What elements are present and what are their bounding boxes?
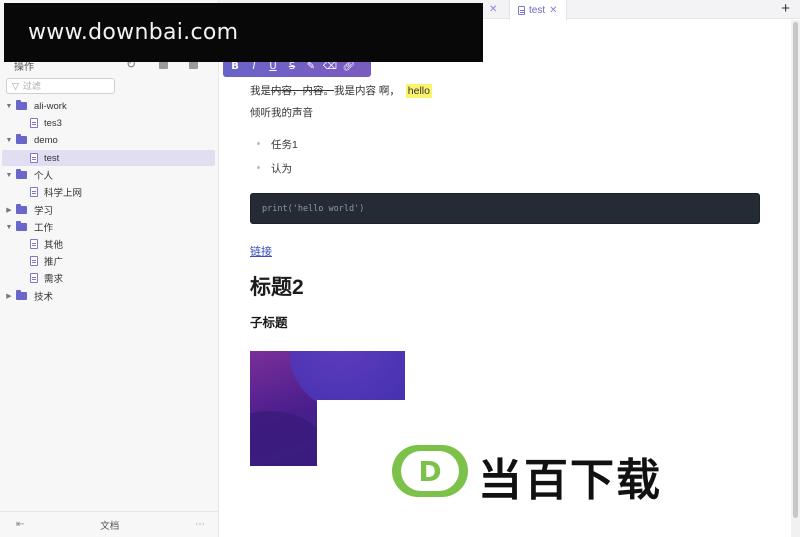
document-icon: [30, 239, 38, 249]
close-other-tab-icon[interactable]: ✕: [481, 0, 505, 19]
list-item[interactable]: 任务1: [271, 137, 298, 152]
paragraph-1[interactable]: 我是内容，内容。我是内容 啊， hello: [250, 83, 432, 98]
tree-folder-label: 学习: [34, 206, 54, 217]
bullet-icon: [257, 142, 260, 145]
caret-right-icon[interactable]: ▶: [2, 292, 16, 300]
tree-doc-label: tes3: [44, 117, 62, 129]
folder-icon: [16, 290, 27, 300]
folder-icon: [16, 134, 27, 144]
editor-scrollbar[interactable]: [791, 20, 800, 537]
tree-folder-personal[interactable]: ▼ 个人: [2, 167, 215, 183]
watermark-text: 当百下载: [478, 455, 662, 506]
tree-folder-label: 技术: [34, 292, 54, 303]
document-icon: [30, 153, 38, 163]
tree-folder-label: 个人: [34, 171, 54, 182]
filter-input[interactable]: [22, 81, 103, 91]
heading-2[interactable]: 标题2: [250, 271, 304, 301]
sidebar-footer: ⇤ 文档 ⋯: [0, 511, 219, 537]
tab-test[interactable]: test ✕: [509, 0, 567, 20]
caret-down-icon[interactable]: ▼: [2, 224, 16, 231]
close-icon[interactable]: ✕: [549, 5, 557, 16]
tree-doc-label: 其他: [44, 240, 64, 251]
code-block[interactable]: print('hello world'): [250, 193, 760, 224]
document-icon: [30, 118, 38, 128]
collapse-sidebar-icon[interactable]: ⇤: [16, 519, 24, 530]
tree-doc-test[interactable]: test: [2, 150, 215, 166]
caret-down-icon[interactable]: ▼: [2, 172, 16, 179]
watermark-logo-block: D 当百下载: [392, 442, 722, 506]
watermark-logo-letter: D: [418, 454, 442, 488]
document-link[interactable]: 链接: [250, 243, 272, 259]
highlighted-text: hello: [405, 84, 432, 98]
folder-icon: [16, 169, 27, 179]
tree-doc-label: 推广: [44, 257, 64, 268]
sidebar: 操作 ↻ ▽ ▼ ali-work tes3 ▼ demo test: [0, 0, 219, 537]
more-icon[interactable]: ⋯: [195, 519, 205, 530]
new-tab-button[interactable]: +: [781, 1, 790, 17]
document-icon: [30, 273, 38, 283]
tree-folder-demo[interactable]: ▼ demo: [2, 132, 215, 148]
caret-down-icon[interactable]: ▼: [2, 103, 16, 110]
code-text: print('hello world'): [262, 204, 365, 214]
list-item[interactable]: 认为: [271, 161, 292, 176]
document-icon: [30, 187, 38, 197]
app-window: 操作 ↻ ▽ ▼ ali-work tes3 ▼ demo test: [0, 0, 800, 537]
scrollbar-thumb[interactable]: [793, 22, 798, 518]
bullet-icon: [257, 166, 260, 169]
filter-field[interactable]: ▽: [6, 78, 115, 94]
tree-doc-promotion[interactable]: 推广: [2, 253, 215, 269]
tree-folder-study[interactable]: ▶ 学习: [2, 202, 215, 218]
tree-doc-label: 需求: [44, 274, 64, 285]
tree-folder-work[interactable]: ▼ 工作: [2, 219, 215, 235]
caret-right-icon[interactable]: ▶: [2, 206, 16, 214]
heading-3[interactable]: 子标题: [250, 312, 288, 331]
filter-icon: ▽: [12, 80, 19, 91]
watermark-url: www.downbai.com: [28, 20, 239, 45]
folder-icon: [16, 221, 27, 231]
tree-folder-label: demo: [34, 134, 58, 146]
tree-doc-tes3[interactable]: tes3: [2, 115, 215, 131]
folder-icon: [16, 204, 27, 214]
text-segment: 我是: [250, 85, 271, 97]
watermark-logo-icon: D: [392, 445, 468, 497]
tree-doc-requirements[interactable]: 需求: [2, 270, 215, 286]
folder-icon: [16, 100, 27, 110]
paragraph-2[interactable]: 倾听我的声音: [250, 105, 313, 120]
document-icon: [30, 256, 38, 266]
watermark-banner: www.downbai.com: [4, 3, 483, 62]
document-icon: [518, 5, 525, 15]
tree-folder-label: ali-work: [34, 100, 67, 112]
tab-label: test: [529, 4, 546, 16]
tree-folder-ali-work[interactable]: ▼ ali-work: [2, 98, 215, 114]
tree-folder-tech[interactable]: ▶ 技术: [2, 288, 215, 304]
footer-label[interactable]: 文档: [100, 518, 119, 532]
tree-doc-label: test: [44, 152, 60, 164]
tree-doc-other[interactable]: 其他: [2, 236, 215, 252]
strikethrough-text: 内容，内容。: [271, 85, 334, 97]
tree-doc-label: 科学上网: [44, 188, 83, 199]
tree-doc-science[interactable]: 科学上网: [2, 184, 215, 200]
caret-down-icon[interactable]: ▼: [2, 137, 16, 144]
tree-folder-label: 工作: [34, 223, 54, 234]
text-segment: 我是内容 啊，: [334, 85, 400, 97]
